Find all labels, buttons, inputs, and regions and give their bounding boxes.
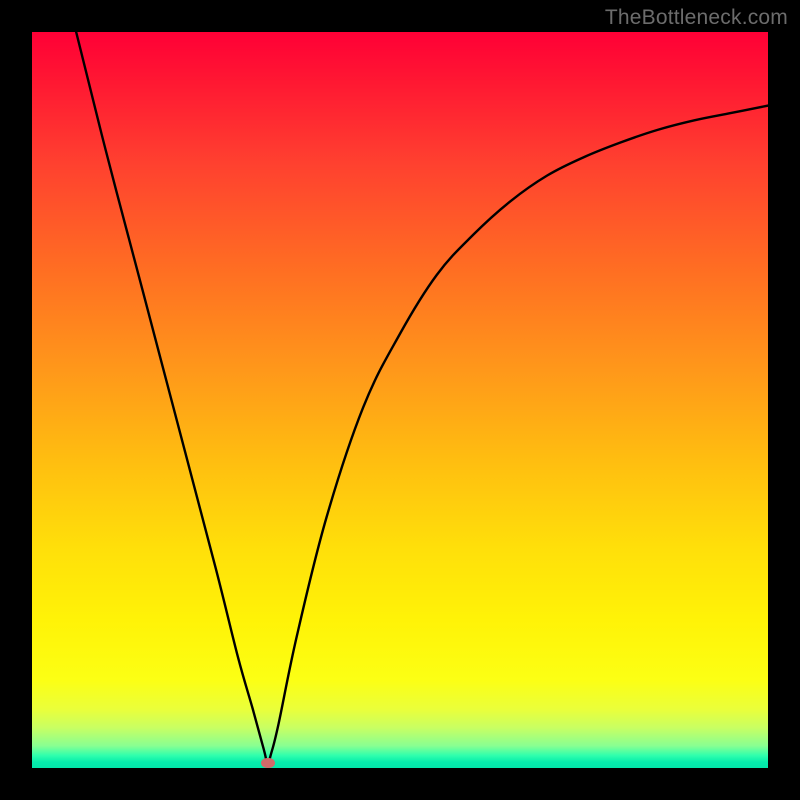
bottleneck-curve: [32, 32, 768, 768]
chart-frame: TheBottleneck.com: [0, 0, 800, 800]
watermark-text: TheBottleneck.com: [605, 6, 788, 30]
optimal-point-marker: [261, 758, 275, 768]
plot-area: [32, 32, 768, 768]
